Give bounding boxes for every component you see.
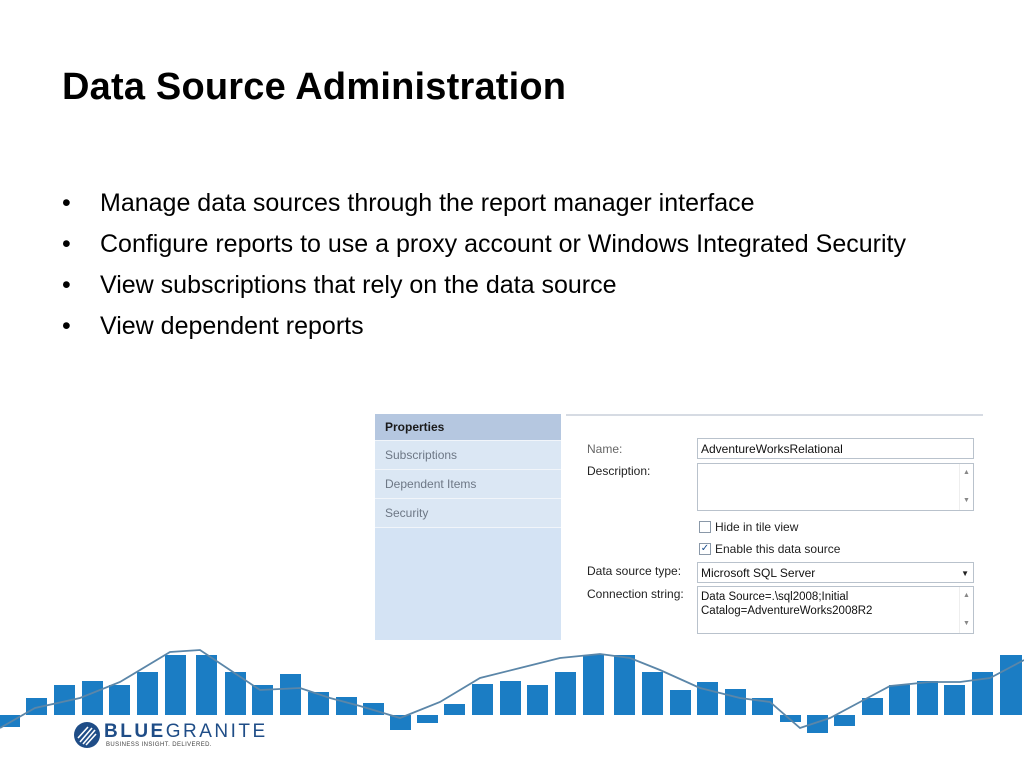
description-label: Description: (587, 464, 651, 478)
hide-tile-label: Hide in tile view (715, 520, 799, 534)
chart-bar (308, 692, 329, 715)
properties-form: Name: AdventureWorksRelational Descripti… (587, 414, 983, 640)
connection-string-scrollbar[interactable]: ▲ ▼ (959, 587, 973, 633)
name-label: Name: (587, 442, 623, 456)
connection-string-field[interactable]: Data Source=.\sql2008;Initial Catalog=Ad… (697, 586, 974, 634)
scroll-up-icon[interactable]: ▲ (963, 466, 970, 480)
chart-bar (642, 672, 663, 715)
logo-word-light: GRANITE (165, 721, 268, 742)
hide-tile-checkbox[interactable] (699, 521, 711, 533)
chart-bar (472, 684, 493, 715)
chart-bar (834, 715, 855, 726)
data-source-type-value: Microsoft SQL Server (701, 566, 816, 580)
chart-bar (725, 689, 746, 715)
chart-bar (1000, 655, 1022, 715)
name-field[interactable]: AdventureWorksRelational (697, 438, 974, 459)
chart-bar (82, 681, 103, 715)
chart-bar (137, 672, 158, 715)
nav-item-subscriptions[interactable]: Subscriptions (375, 441, 561, 470)
bullet-item: • Configure reports to use a proxy accoun… (62, 227, 962, 261)
enable-checkbox-row[interactable]: ✓ Enable this data source (699, 542, 840, 556)
enable-label: Enable this data source (715, 542, 841, 556)
chart-bar (280, 674, 301, 715)
chart-bar (417, 715, 438, 723)
scroll-down-icon[interactable]: ▼ (963, 617, 970, 631)
description-scrollbar[interactable]: ▲ ▼ (959, 464, 973, 510)
chart-bar (555, 672, 576, 715)
chevron-down-icon[interactable]: ▼ (961, 569, 969, 578)
data-source-type-select[interactable]: Microsoft SQL Server ▼ (697, 562, 974, 583)
hide-tile-checkbox-row[interactable]: Hide in tile view (699, 520, 798, 534)
enable-checkbox[interactable]: ✓ (699, 543, 711, 555)
chart-bar (363, 703, 384, 715)
bullet-list: • Manage data sources through the report … (62, 186, 962, 350)
chart-bar (862, 698, 883, 715)
chart-bar (583, 655, 604, 715)
chart-bar (196, 655, 217, 715)
data-source-type-label: Data source type: (587, 564, 682, 578)
chart-bar (917, 681, 938, 715)
chart-bar (0, 715, 20, 727)
bluegranite-logo-icon (74, 722, 100, 748)
chart-bar (614, 655, 635, 715)
nav-item-security[interactable]: Security (375, 499, 561, 528)
bullet-marker: • (62, 312, 71, 340)
connection-string-value: Data Source=.\sql2008;Initial Catalog=Ad… (701, 591, 873, 617)
logo-text: BLUEGRANITE BUSINESS INSIGHT. DELIVERED. (104, 722, 268, 749)
logo-tagline: BUSINESS INSIGHT. DELIVERED. (106, 742, 212, 748)
nav-item-dependent-items[interactable]: Dependent Items (375, 470, 561, 499)
check-icon: ✓ (700, 543, 710, 554)
chart-bar (889, 685, 910, 715)
chart-bar (944, 685, 965, 715)
chart-bar (500, 681, 521, 715)
description-field[interactable]: ▲ ▼ (697, 463, 974, 511)
logo-wordmark: BLUEGRANITE (104, 722, 268, 742)
bullet-item: • View dependent reports (62, 309, 962, 343)
slide-title: Data Source Administration (62, 66, 567, 108)
connection-string-label: Connection string: (587, 587, 684, 601)
chart-bar (165, 655, 186, 715)
scroll-up-icon[interactable]: ▲ (963, 589, 970, 603)
logo-stripes-icon (77, 726, 97, 746)
bullet-marker: • (62, 189, 71, 217)
chart-bar (444, 704, 465, 715)
chart-bar (527, 685, 548, 715)
bullet-text: Manage data sources through the report m… (100, 189, 755, 217)
bullet-marker: • (62, 271, 71, 299)
bullet-text: View subscriptions that rely on the data… (100, 271, 617, 299)
bullet-item: • View subscriptions that rely on the dat… (62, 268, 962, 302)
bullet-text: View dependent reports (100, 312, 364, 340)
bluegranite-logo: BLUEGRANITE BUSINESS INSIGHT. DELIVERED. (74, 722, 268, 748)
logo-word-bold: BLUE (104, 721, 166, 742)
report-manager-screenshot: Properties Subscriptions Dependent Items… (375, 414, 983, 640)
nav-divider (561, 414, 566, 640)
chart-bar (109, 685, 130, 715)
chart-bar (670, 690, 691, 715)
scroll-down-icon[interactable]: ▼ (963, 494, 970, 508)
left-nav: Properties Subscriptions Dependent Items… (375, 414, 566, 640)
nav-item-properties[interactable]: Properties (375, 414, 561, 441)
bullet-text: Configure reports to use a proxy account… (100, 230, 906, 258)
bullet-marker: • (62, 230, 71, 258)
chart-bar (697, 682, 718, 715)
bullet-item: • Manage data sources through the report … (62, 186, 962, 220)
